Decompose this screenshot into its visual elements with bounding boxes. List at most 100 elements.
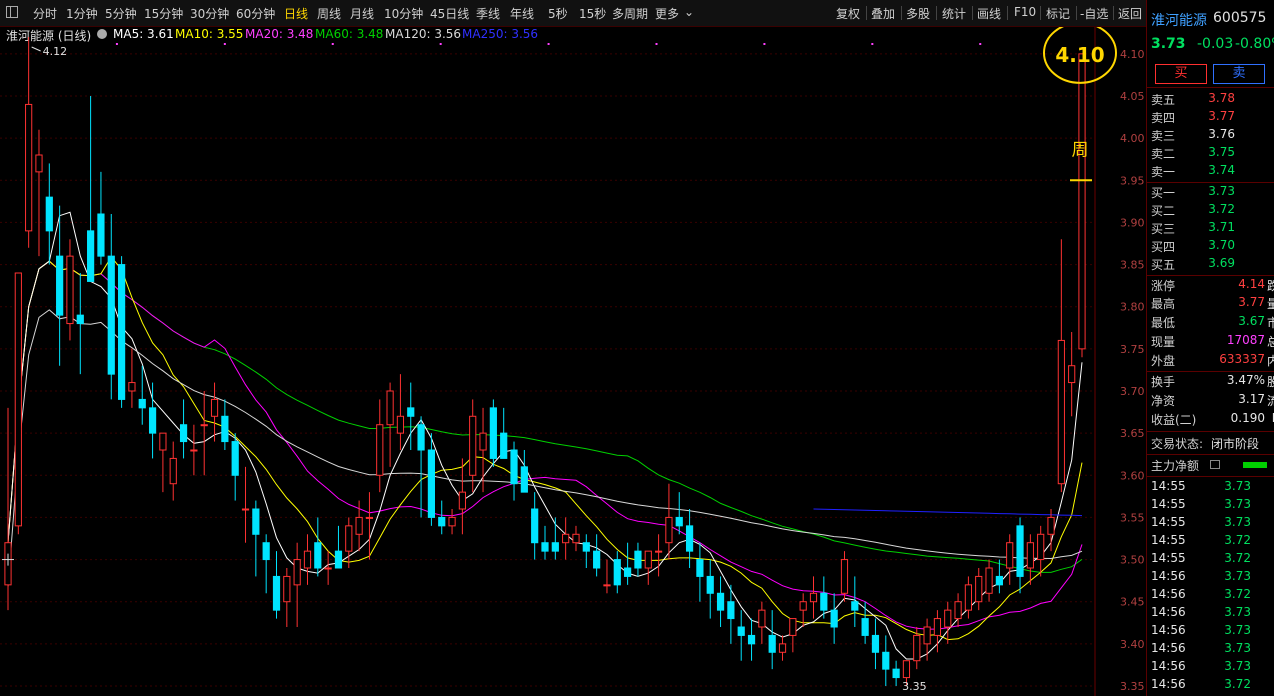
back-button[interactable]: 返回 bbox=[1118, 5, 1142, 22]
bid-row: 买四 3.70 bbox=[1147, 238, 1274, 256]
ask-label: 卖五 bbox=[1151, 93, 1176, 107]
overlay-button[interactable]: 叠加 bbox=[871, 5, 895, 22]
period-15min[interactable]: 15分钟 bbox=[144, 5, 183, 22]
period-more[interactable]: 更多 bbox=[655, 5, 679, 22]
stat-row: 涨停 4.14 跌 bbox=[1147, 277, 1274, 295]
candle-body bbox=[562, 533, 570, 544]
ask-row: 卖三 3.76 bbox=[1147, 127, 1274, 145]
tick-row: 14:55 3.73 bbox=[1147, 515, 1274, 533]
marker-dot bbox=[655, 43, 658, 45]
mark-button[interactable]: 标记 bbox=[1046, 5, 1070, 22]
stat-suffix: 量 bbox=[1266, 297, 1274, 311]
menu-icon[interactable] bbox=[1210, 460, 1220, 469]
tick-row: 14:56 3.73 bbox=[1147, 623, 1274, 641]
period-45day[interactable]: 45日线 bbox=[430, 5, 469, 22]
candle-body bbox=[778, 643, 787, 653]
ask-label: 卖二 bbox=[1151, 147, 1176, 161]
y-tick-label: 3.80 bbox=[1120, 301, 1145, 314]
period-10min[interactable]: 10分钟 bbox=[384, 5, 423, 22]
candle-body bbox=[820, 592, 828, 611]
stat-row: 现量 17087 总 bbox=[1147, 333, 1274, 351]
low-price-label: 3.35 bbox=[902, 680, 927, 693]
tick-price: 3.73 bbox=[1224, 497, 1251, 511]
stat-suffix: 股 bbox=[1266, 375, 1274, 389]
candle-body bbox=[200, 424, 208, 427]
statistics-button[interactable]: 统计 bbox=[942, 5, 966, 22]
tick-time: 14:56 bbox=[1151, 569, 1186, 583]
candle-body bbox=[541, 542, 549, 552]
period-15sec[interactable]: 15秒 bbox=[579, 5, 606, 22]
watchlist-button[interactable]: -自选 bbox=[1080, 5, 1108, 22]
period-weekly[interactable]: 周线 bbox=[317, 5, 341, 22]
period-60min[interactable]: 60分钟 bbox=[236, 5, 275, 22]
stat-value: 3.77 bbox=[1238, 295, 1265, 309]
stat-suffix: 市 bbox=[1266, 316, 1274, 330]
candle-body bbox=[448, 516, 456, 527]
period-fenshi[interactable]: 分时 bbox=[33, 5, 57, 22]
candle-body bbox=[510, 449, 518, 485]
ask-label: 卖四 bbox=[1151, 111, 1176, 125]
period-quarterly[interactable]: 季线 bbox=[476, 5, 500, 22]
tick-row: 14:56 3.73 bbox=[1147, 659, 1274, 677]
candle-body bbox=[551, 542, 559, 552]
period-yearly[interactable]: 年线 bbox=[510, 5, 534, 22]
period-30min[interactable]: 30分钟 bbox=[190, 5, 229, 22]
divider bbox=[1147, 182, 1274, 183]
tick-time: 14:55 bbox=[1151, 479, 1186, 493]
price-change: -0.03 bbox=[1197, 36, 1234, 52]
period-daily[interactable]: 日线 bbox=[284, 5, 308, 22]
draw-line-button[interactable]: 画线 bbox=[977, 5, 1001, 22]
candle-body bbox=[293, 559, 301, 586]
kline-chart[interactable]: 4.10 4.05 4.00 3.95 3.90 3.85 3.80 3.75 3.70 3.65… bbox=[0, 27, 1146, 696]
divider bbox=[972, 6, 973, 20]
candle-body bbox=[654, 550, 663, 553]
f10-button[interactable]: F10 bbox=[1014, 5, 1036, 19]
adjust-button[interactable]: 复权 bbox=[836, 5, 860, 22]
candle-body bbox=[861, 618, 869, 636]
layout-icon[interactable] bbox=[6, 6, 18, 18]
tick-price: 3.73 bbox=[1224, 605, 1251, 619]
period-5sec[interactable]: 5秒 bbox=[548, 5, 568, 22]
chevron-down-icon[interactable]: ⌄ bbox=[684, 5, 694, 19]
divider bbox=[1076, 6, 1077, 20]
divider bbox=[1147, 87, 1274, 88]
candle-body bbox=[479, 432, 487, 451]
candle-body bbox=[1026, 542, 1034, 569]
candle-body bbox=[789, 618, 797, 636]
tick-price: 3.73 bbox=[1224, 569, 1251, 583]
tick-time: 14:55 bbox=[1151, 533, 1186, 547]
sell-button[interactable]: 卖 bbox=[1213, 64, 1265, 84]
period-5min[interactable]: 5分钟 bbox=[105, 5, 137, 22]
tick-row: 14:55 3.73 bbox=[1147, 497, 1274, 515]
stat-suffix: 流 bbox=[1266, 394, 1274, 408]
marker-dot bbox=[331, 43, 334, 45]
candle-body bbox=[944, 609, 952, 628]
candle-body bbox=[500, 432, 508, 459]
tick-price: 3.73 bbox=[1224, 479, 1251, 493]
period-1min[interactable]: 1分钟 bbox=[66, 5, 98, 22]
bid-row: 买一 3.73 bbox=[1147, 184, 1274, 202]
stat-label: 最低 bbox=[1151, 316, 1176, 330]
ma250-line bbox=[813, 508, 1083, 517]
y-tick-label: 3.75 bbox=[1120, 343, 1145, 356]
buy-button[interactable]: 买 bbox=[1155, 64, 1207, 84]
tick-row: 14:56 3.72 bbox=[1147, 677, 1274, 695]
bid-label: 买一 bbox=[1151, 186, 1176, 200]
tick-time: 14:55 bbox=[1151, 551, 1186, 565]
divider bbox=[1113, 6, 1114, 20]
candle-body bbox=[76, 314, 84, 325]
tick-price: 3.72 bbox=[1224, 587, 1251, 601]
tick-price: 3.73 bbox=[1224, 641, 1251, 655]
bid-price: 3.71 bbox=[1208, 220, 1235, 234]
candle-body bbox=[634, 550, 642, 569]
candle-body bbox=[954, 601, 962, 620]
stat-row: 最低 3.67 市 bbox=[1147, 314, 1274, 332]
period-monthly[interactable]: 月线 bbox=[350, 5, 374, 22]
divider bbox=[1147, 371, 1274, 372]
tick-price: 3.72 bbox=[1224, 677, 1251, 691]
bid-label: 买五 bbox=[1151, 258, 1176, 272]
tick-row: 14:56 3.73 bbox=[1147, 605, 1274, 623]
period-multi[interactable]: 多周期 bbox=[612, 5, 648, 22]
trade-status-label: 交易状态: bbox=[1151, 437, 1204, 451]
multi-stock-button[interactable]: 多股 bbox=[906, 5, 930, 22]
